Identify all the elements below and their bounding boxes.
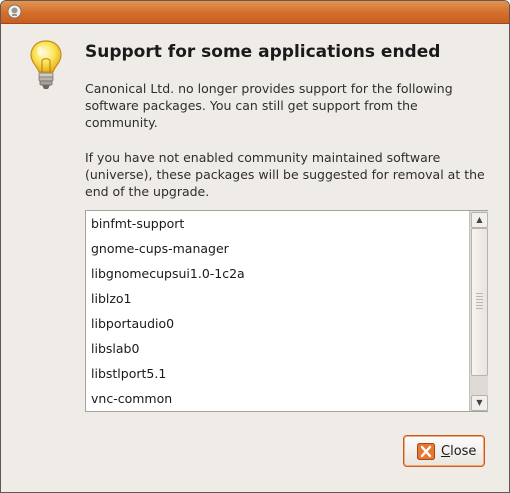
package-list-item[interactable]: libgnomecupsui1.0-1c2a — [86, 261, 468, 286]
close-button-mnemonic: C — [441, 444, 451, 459]
package-list-item[interactable]: libstlport5.1 — [86, 361, 468, 386]
removal-warning-message: If you have not enabled community mainta… — [85, 150, 485, 199]
scroll-up-arrow-icon[interactable]: ▲ — [471, 212, 488, 228]
scrollbar-thumb[interactable] — [471, 228, 488, 376]
close-icon — [417, 443, 435, 460]
package-list[interactable]: binfmt-support gnome-cups-manager libgnome… — [86, 211, 468, 411]
close-button[interactable]: Close — [403, 435, 485, 467]
lightbulb-icon — [30, 40, 62, 89]
dialog-window: Support for some applications ended Cano… — [0, 0, 510, 493]
package-list-item[interactable]: vnc-common — [86, 386, 468, 411]
package-list-item[interactable]: gnome-cups-manager — [86, 236, 468, 261]
title-bar[interactable] — [1, 1, 509, 24]
package-list-item[interactable]: binfmt-support — [86, 211, 468, 236]
close-button-label-rest: lose — [450, 444, 477, 459]
dialog-app-icon — [7, 4, 22, 19]
dialog-heading: Support for some applications ended — [85, 42, 441, 62]
package-list-item[interactable]: libslab0 — [86, 336, 468, 361]
vertical-scrollbar[interactable]: ▲ ▼ — [469, 211, 488, 411]
package-list-item[interactable]: libportaudio0 — [86, 311, 468, 336]
support-ended-message: Canonical Ltd. no longer provides suppor… — [85, 81, 453, 130]
close-button-label: Close — [441, 443, 476, 460]
package-list-box: binfmt-support gnome-cups-manager libgnome… — [85, 210, 488, 412]
package-list-item[interactable]: liblzo1 — [86, 286, 468, 311]
scrollbar-grip-icon — [476, 293, 483, 309]
scroll-down-arrow-icon[interactable]: ▼ — [471, 395, 488, 411]
